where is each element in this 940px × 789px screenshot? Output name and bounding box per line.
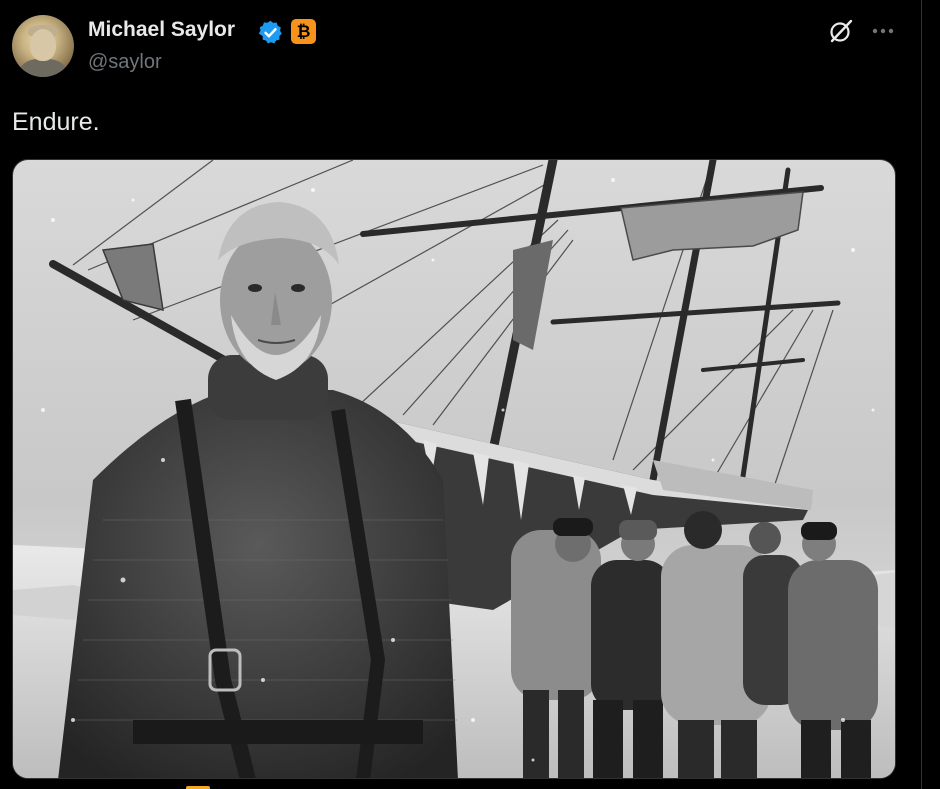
tweet-text: Endure. [12,108,100,136]
avatar[interactable] [12,15,74,77]
bitcoin-badge-icon[interactable]: ₿ [291,19,316,44]
author-handle[interactable]: @saylor [88,51,162,74]
more-icon[interactable] [869,17,897,45]
tweet-image[interactable] [12,159,896,779]
author-name[interactable]: Michael Saylor [88,18,235,42]
polar-expedition-photo [13,160,895,778]
grok-icon[interactable] [827,17,855,45]
verified-badge-icon[interactable] [257,19,284,46]
column-divider [921,0,922,789]
